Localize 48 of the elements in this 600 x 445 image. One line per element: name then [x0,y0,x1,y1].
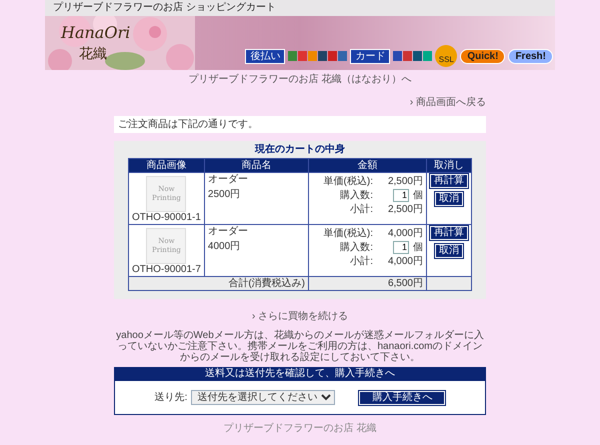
subtotal: 4,000円 [386,256,423,266]
destination-label: 送り先: [154,392,188,403]
quantity-label: 購入数: [340,190,373,200]
total-label: 合計(消費税込み) [228,278,305,289]
quantity-label: 購入数: [340,242,373,252]
payment-icons-drawing [393,51,432,61]
column-header: 商品名 [204,158,308,172]
recalculate-button[interactable]: 再計算 [430,226,468,240]
product-name: オーダー [208,174,249,185]
product-code: OTHO-90001-7 [132,264,201,275]
column-header: 金額 [308,158,426,172]
product-variant: 2500円 [208,189,242,200]
column-header: 商品画像 [128,158,204,172]
remove-button[interactable]: 取消 [435,192,463,206]
shop-home-link[interactable]: プリザーブドフラワーのお店 花織（はなおり）へ [188,74,412,85]
product-variant: 4000円 [208,241,242,252]
footer-text: プリザーブドフラワーのお店 花織 [224,423,376,434]
logo-text: HanaOri [61,24,130,42]
quantity-unit: 個 [413,242,423,252]
page-title: プリザーブドフラワーのお店 ショッピングカート [45,0,555,16]
payment-badge: カード [350,48,390,64]
destination-select[interactable]: 送付先を選択してください [191,390,336,405]
logo-text: 花織 [79,46,107,62]
product-code: OTHO-90001-1 [132,212,201,223]
quantity-unit: 個 [413,190,423,200]
continue-shopping-link[interactable]: › さらに買物を続ける [252,311,348,322]
column-header: 取消し [426,158,472,172]
total-amount: 6,500円 [388,278,423,289]
back-link[interactable]: › 商品画面へ戻る [410,97,486,108]
checkout-header: 送料又は送付先を確認して、購入手続きへ [114,367,486,380]
quantity-field[interactable]: 1 [393,188,409,202]
unit-price: 4,000円 [386,228,423,238]
unit-price: 2,500円 [386,176,423,186]
subtotal: 2,500円 [386,204,423,214]
checkout-button[interactable]: 購入手続きへ [359,390,446,404]
unit-price-label: 単価(税込): [324,228,373,238]
subtotal-label: 小計: [350,256,373,266]
remove-button[interactable]: 取消 [435,244,463,258]
recalculate-button[interactable]: 再計算 [430,174,468,188]
unit-price-label: 単価(税込): [324,176,373,186]
cart-title: 現在のカートの中身 [254,144,346,155]
quantity-field[interactable]: 1 [393,240,409,254]
order-note: ご注文商品は下記の通りです。 [114,116,486,133]
mail-notice: yahooメール等のWebメール方は、花織からのメールが迷惑メールフォルダーに入っていないかご注意下さい。携帯メールをご利用の方は、hanaori.comのドメインからのメールを受け取れる設定にしておいて下さい。 [115,330,485,363]
payment-badge: 後払い [245,48,286,64]
subtotal-label: 小計: [350,204,373,214]
payment-icons-drawing [288,51,348,61]
product-name: オーダー [208,226,249,237]
